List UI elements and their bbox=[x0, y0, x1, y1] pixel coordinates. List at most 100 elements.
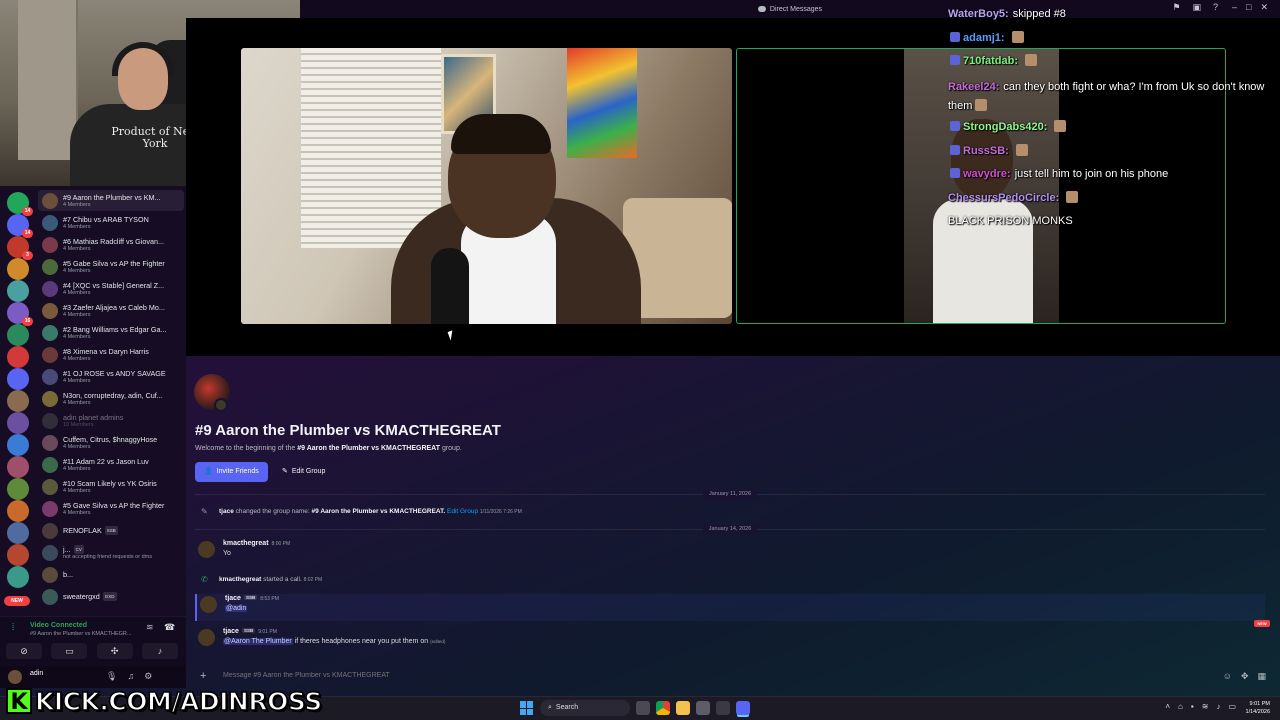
server-icon[interactable] bbox=[7, 324, 29, 346]
server-icon[interactable] bbox=[7, 280, 29, 302]
stream-chat-overlay: WaterBoy5: skipped #8 adamj1: 710fatdab: Rak… bbox=[948, 8, 1280, 238]
obs-icon[interactable] bbox=[716, 701, 730, 715]
apps-icon[interactable]: ✥ bbox=[1241, 671, 1249, 682]
app-icon[interactable] bbox=[696, 701, 710, 715]
server-icon[interactable] bbox=[7, 434, 29, 456]
microphone-icon[interactable]: 🎙 bbox=[106, 671, 117, 682]
dm-name: #6 Mathias Radcliff vs Giovan... bbox=[63, 237, 183, 246]
noise-suppression-icon[interactable]: ≋ bbox=[146, 622, 154, 633]
dm-list-item[interactable]: #6 Mathias Radcliff vs Giovan... 4 Member… bbox=[38, 234, 184, 255]
dm-list-item[interactable]: #9 Aaron the Plumber vs KM... 4 Members bbox=[38, 190, 184, 211]
dm-list-item[interactable]: #10 Scam Likely vs YK Osiris 4 Members bbox=[38, 476, 184, 497]
battery-icon[interactable]: ▭ bbox=[1228, 702, 1236, 711]
server-icon[interactable] bbox=[7, 456, 29, 478]
dm-subtext: 4 Members bbox=[63, 311, 91, 318]
dm-text: j... CV not accepting friend requests or d… bbox=[63, 544, 183, 561]
avatar[interactable] bbox=[198, 541, 215, 558]
dm-list-item[interactable]: #5 Gabe Silva vs AP the Fighter 4 Members bbox=[38, 256, 184, 277]
dm-list-item[interactable]: b... bbox=[38, 564, 184, 585]
attach-plus-icon[interactable]: + bbox=[200, 670, 206, 682]
server-icon[interactable] bbox=[7, 522, 29, 544]
server-icon[interactable] bbox=[7, 258, 29, 280]
dm-list-item[interactable]: adin planet admins 10 Members bbox=[38, 410, 184, 431]
dm-list-item[interactable]: #1 OJ ROSE vs ANDY SAVAGE 4 Members bbox=[38, 366, 184, 387]
stream-chat-message: StrongDabs420: bbox=[948, 120, 1067, 133]
dm-list-item[interactable]: j... CV not accepting friend requests or d… bbox=[38, 542, 184, 563]
dm-list-item[interactable]: sweatergxd GXD bbox=[38, 586, 184, 607]
dm-subtext: 4 Members bbox=[63, 245, 91, 252]
screen-share-button[interactable]: ▭ bbox=[51, 643, 88, 659]
server-icon[interactable] bbox=[7, 566, 29, 588]
dm-list-item[interactable]: #11 Adam 22 vs Jason Luv 4 Members bbox=[38, 454, 184, 475]
server-icon[interactable] bbox=[7, 478, 29, 500]
disconnect-icon[interactable]: ☎ bbox=[164, 622, 175, 633]
avatar[interactable] bbox=[8, 670, 22, 684]
pencil-icon: ✎ bbox=[201, 507, 208, 516]
chrome-icon[interactable] bbox=[656, 701, 670, 715]
dm-name-text: Cuffem, Citrus, $hnaggyHose bbox=[63, 434, 158, 444]
dm-list-item[interactable]: N3on, corruptedray, adin, Cuf... 4 Member… bbox=[38, 388, 184, 409]
camera-off-button[interactable]: ⊘ bbox=[6, 643, 42, 659]
server-icon[interactable] bbox=[7, 412, 29, 434]
discord-icon[interactable] bbox=[736, 701, 750, 715]
message-input[interactable] bbox=[223, 672, 923, 679]
dm-list: #9 Aaron the Plumber vs KM... 4 Members #7… bbox=[34, 186, 186, 616]
server-icon[interactable] bbox=[7, 544, 29, 566]
dm-list-item[interactable]: #5 Gave Silva vs AP the Fighter 4 Members bbox=[38, 498, 184, 519]
server-icon[interactable] bbox=[7, 500, 29, 522]
gift-icon[interactable]: ▦ bbox=[1257, 671, 1266, 682]
dm-list-item[interactable]: Cuffem, Citrus, $hnaggyHose 4 Members bbox=[38, 432, 184, 453]
app-tray-icon[interactable]: ▪ bbox=[1191, 702, 1194, 711]
dm-list-item[interactable]: #7 Chibu vs ARAB TYSON 4 Members bbox=[38, 212, 184, 233]
volume-icon[interactable]: ♪ bbox=[1216, 702, 1220, 711]
server-icon[interactable]: 3 bbox=[7, 236, 33, 260]
windows-start-icon[interactable] bbox=[520, 701, 534, 715]
server-icon[interactable]: 14 bbox=[7, 214, 33, 238]
dm-name: #7 Chibu vs ARAB TYSON bbox=[63, 215, 183, 224]
taskbar-search[interactable]: ⌕ Search bbox=[540, 700, 630, 716]
taskbar-clock[interactable]: 9:01 PM 1/14/2026 bbox=[1246, 700, 1270, 716]
dm-list-item[interactable]: RENOFLAK SSB bbox=[38, 520, 184, 541]
dm-name: #1 OJ ROSE vs ANDY SAVAGE bbox=[63, 369, 183, 378]
edit-group-button[interactable]: ✎ Edit Group bbox=[276, 462, 331, 482]
invite-friends-button[interactable]: 👤 Invite Friends bbox=[195, 462, 268, 482]
emoji-icon[interactable]: ☺ bbox=[1223, 671, 1232, 682]
signal-icon[interactable]: ⦙ bbox=[12, 622, 14, 633]
edit-group-link[interactable]: Edit Group bbox=[447, 508, 478, 515]
dm-list-item[interactable]: #3 Zaefer Aljajea vs Caleb Mo... 4 Member… bbox=[38, 300, 184, 321]
avatar bbox=[42, 258, 58, 275]
dm-list-item[interactable]: #2 Bang Williams vs Edgar Ga... 4 Members bbox=[38, 322, 184, 343]
mention[interactable]: @adin bbox=[225, 605, 248, 612]
wall-painting-colorful bbox=[567, 48, 637, 158]
chat-text: just tell him to join on his phone bbox=[1014, 168, 1169, 180]
video-tile-main[interactable] bbox=[241, 48, 732, 324]
server-icon[interactable]: 14 bbox=[7, 192, 33, 216]
server-icon[interactable] bbox=[7, 390, 29, 412]
chat-badge-icon bbox=[950, 168, 960, 178]
server-icon[interactable]: 16 bbox=[7, 302, 33, 326]
headphones-icon[interactable]: ♫ bbox=[127, 671, 134, 682]
dm-text: #7 Chibu vs ARAB TYSON 4 Members bbox=[63, 215, 183, 231]
avatar[interactable] bbox=[198, 629, 215, 646]
network-icon[interactable]: ⌂ bbox=[1178, 702, 1183, 711]
settings-gear-icon[interactable]: ⚙ bbox=[144, 671, 152, 682]
avatar bbox=[42, 390, 58, 407]
dm-name-text: #3 Zaefer Aljajea vs Caleb Mo... bbox=[63, 302, 165, 312]
dm-list-item[interactable]: #8 Ximena vs Daryn Harris 4 Members bbox=[38, 344, 184, 365]
dm-list-item[interactable]: #4 [XQC vs Stable] General Z... 4 Members bbox=[38, 278, 184, 299]
soundboard-button[interactable]: ♪ bbox=[141, 643, 178, 659]
activities-button[interactable]: ✣ bbox=[96, 643, 133, 659]
chevron-up-icon[interactable]: ˄ bbox=[1165, 702, 1170, 711]
voice-channel[interactable]: #9 Aaron the Plumber vs KMACTHEGR... bbox=[30, 631, 140, 637]
user-name[interactable]: adin bbox=[30, 670, 43, 677]
chat-badge-icon bbox=[950, 121, 960, 131]
voice-status[interactable]: Video Connected bbox=[30, 622, 87, 629]
avatar[interactable] bbox=[200, 596, 217, 613]
server-icon[interactable] bbox=[7, 346, 29, 368]
phone-icon: ✆ bbox=[201, 575, 208, 584]
task-view-icon[interactable] bbox=[636, 701, 650, 715]
wifi-icon[interactable]: ≋ bbox=[1202, 702, 1209, 711]
mention[interactable]: @Aaron The Plumber bbox=[223, 638, 293, 645]
file-explorer-icon[interactable] bbox=[676, 701, 690, 715]
server-icon[interactable] bbox=[7, 368, 29, 390]
